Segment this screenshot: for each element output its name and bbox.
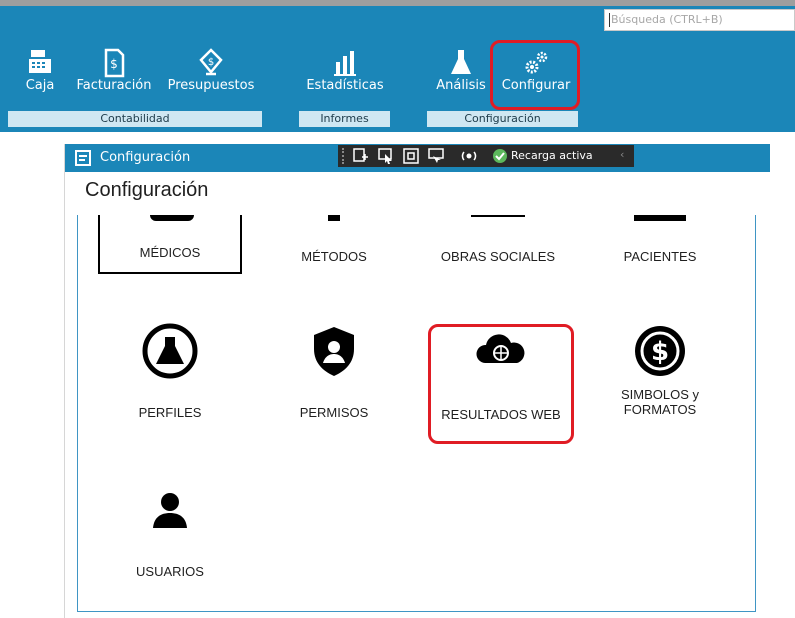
tile-obras-sociales[interactable]: OBRAS SOCIALES [416,215,580,273]
patients-icon [634,215,686,221]
doctors-icon [150,215,194,221]
presupuestos-button[interactable]: $ Presupuestos [164,48,258,93]
presupuestos-label: Presupuestos [167,78,255,93]
estadisticas-label: Estadísticas [306,78,384,93]
configuracion-window: Configuración Recarga activa ‹ Configura… [64,144,770,618]
tile-usuarios[interactable]: USUARIOS [100,490,240,590]
group-informes: Informes [299,111,390,127]
layout-adorner-icon[interactable] [403,148,419,164]
group-contabilidad: Contabilidad [8,111,262,127]
check-icon [493,149,507,163]
live-tree-icon[interactable] [353,148,369,164]
reload-status: Recarga activa [511,149,593,162]
title-strip [0,0,795,6]
window-icon [75,150,91,166]
tile-permisos[interactable]: PERMISOS [264,323,404,433]
ribbon: Búsqueda (CTRL+B) Caja $ Facturación $ P… [0,0,795,132]
tile-label: PACIENTES [623,249,697,264]
flask-circle-icon [142,323,198,379]
analisis-button[interactable]: Análisis [432,48,490,93]
tile-label-line2: FORMATOS [623,402,697,417]
window-titlebar[interactable]: Configuración Recarga activa ‹ [65,144,770,172]
highlight-resultados-web [428,324,574,444]
svg-text:$: $ [208,57,214,68]
svg-text:$: $ [110,57,118,71]
text-caret [609,13,610,27]
highlight-configurar [490,40,580,110]
facturacion-label: Facturación [76,78,152,93]
search-input[interactable]: Búsqueda (CTRL+B) [604,9,795,31]
cash-register-icon [29,50,51,73]
tile-perfiles[interactable]: PERFILES [100,323,240,433]
devtools-toolbar: Recarga activa ‹ [338,145,634,167]
config-panel: MÉDICOS MÉTODOS OBRAS SOCIALES PACIENTES… [77,215,756,612]
tile-label: PERFILES [138,405,202,420]
track-focus-icon[interactable] [428,148,444,164]
bar-chart-icon [334,51,356,76]
window-title: Configuración [100,150,191,165]
caja-button[interactable]: Caja [22,48,58,93]
methods-icon [328,215,340,221]
tile-simbolos-formatos[interactable]: $ SIMBOLOS y FORMATOS [590,323,730,433]
search-placeholder: Búsqueda (CTRL+B) [611,13,723,26]
dollar-circle-icon: $ [635,326,685,376]
facturacion-button[interactable]: $ Facturación [74,48,154,93]
background [0,132,64,618]
tile-label: OBRAS SOCIALES [440,249,556,264]
user-icon [153,493,187,528]
tile-label: MÉDICOS [139,245,201,260]
tile-metodos[interactable]: MÉTODOS [264,215,404,273]
tile-medicos[interactable]: MÉDICOS [98,215,242,274]
collapse-chevron-icon[interactable]: ‹ [620,148,624,161]
health-insurance-icon [471,215,525,217]
tile-label: MÉTODOS [301,249,367,264]
price-tag-icon: $ [199,48,223,76]
hot-reload-icon[interactable] [461,148,477,164]
invoice-icon: $ [104,48,125,78]
page-title: Configuración [85,179,209,201]
group-configuracion: Configuración [427,111,578,127]
tile-pacientes[interactable]: PACIENTES [590,215,730,273]
caja-label: Caja [25,78,55,93]
toolbar-grip [342,148,350,164]
estadisticas-button[interactable]: Estadísticas [303,48,387,93]
select-element-icon[interactable] [378,148,394,164]
analisis-label: Análisis [436,78,486,93]
tile-label: PERMISOS [299,405,369,420]
tile-label-line1: SIMBOLOS y [620,387,700,402]
tile-label: USUARIOS [136,564,204,579]
shield-user-icon [314,327,354,376]
svg-text:$: $ [651,337,669,367]
flask-icon [451,50,471,74]
